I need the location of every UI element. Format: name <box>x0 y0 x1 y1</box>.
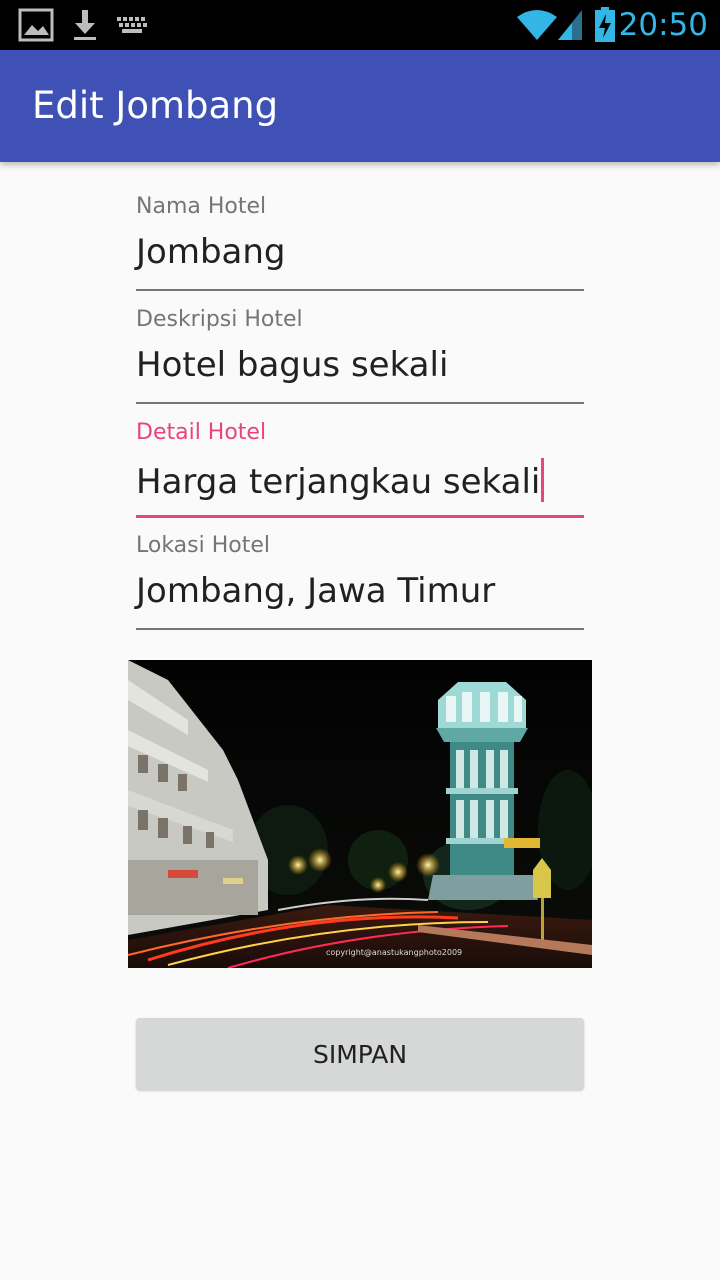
nama-hotel-input[interactable]: Jombang <box>136 232 286 272</box>
deskripsi-hotel-label: Deskripsi Hotel <box>136 307 303 332</box>
battery-charging-icon <box>594 0 616 50</box>
detail-hotel-underline <box>136 515 584 518</box>
lokasi-hotel-label: Lokasi Hotel <box>136 533 271 558</box>
hotel-photo-scene <box>128 660 592 968</box>
nama-hotel-label: Nama Hotel <box>136 194 267 219</box>
detail-hotel-label: Detail Hotel <box>136 420 267 445</box>
text-cursor <box>541 458 545 502</box>
nama-hotel-field[interactable]: Nama Hotel Jombang <box>136 194 584 294</box>
app-bar: Edit Jombang <box>0 50 720 162</box>
photo-caption: copyright@anastukangphoto2009 <box>326 948 463 957</box>
wifi-icon <box>516 0 558 50</box>
detail-hotel-input-wrap[interactable]: Harga terjangkau sekali <box>136 458 545 502</box>
deskripsi-hotel-input[interactable]: Hotel bagus sekali <box>136 345 448 385</box>
clock: 20:50 <box>618 7 708 43</box>
image-icon <box>18 0 54 50</box>
detail-hotel-input[interactable]: Harga terjangkau sekali <box>136 462 540 502</box>
save-button[interactable]: SIMPAN <box>136 1018 584 1090</box>
lokasi-hotel-underline <box>136 628 584 630</box>
nama-hotel-underline <box>136 289 584 291</box>
lokasi-hotel-field[interactable]: Lokasi Hotel Jombang, Jawa Timur <box>136 533 584 633</box>
deskripsi-hotel-underline <box>136 402 584 404</box>
download-icon <box>72 0 98 50</box>
lokasi-hotel-input[interactable]: Jombang, Jawa Timur <box>136 571 495 611</box>
page-title: Edit Jombang <box>32 84 279 127</box>
hotel-photo[interactable]: copyright@anastukangphoto2009 <box>128 660 592 968</box>
deskripsi-hotel-field[interactable]: Deskripsi Hotel Hotel bagus sekali <box>136 307 584 407</box>
detail-hotel-field[interactable]: Detail Hotel Harga terjangkau sekali <box>136 420 584 520</box>
signal-icon <box>556 0 584 50</box>
keyboard-icon <box>116 0 148 50</box>
status-bar: 20:50 <box>0 0 720 50</box>
